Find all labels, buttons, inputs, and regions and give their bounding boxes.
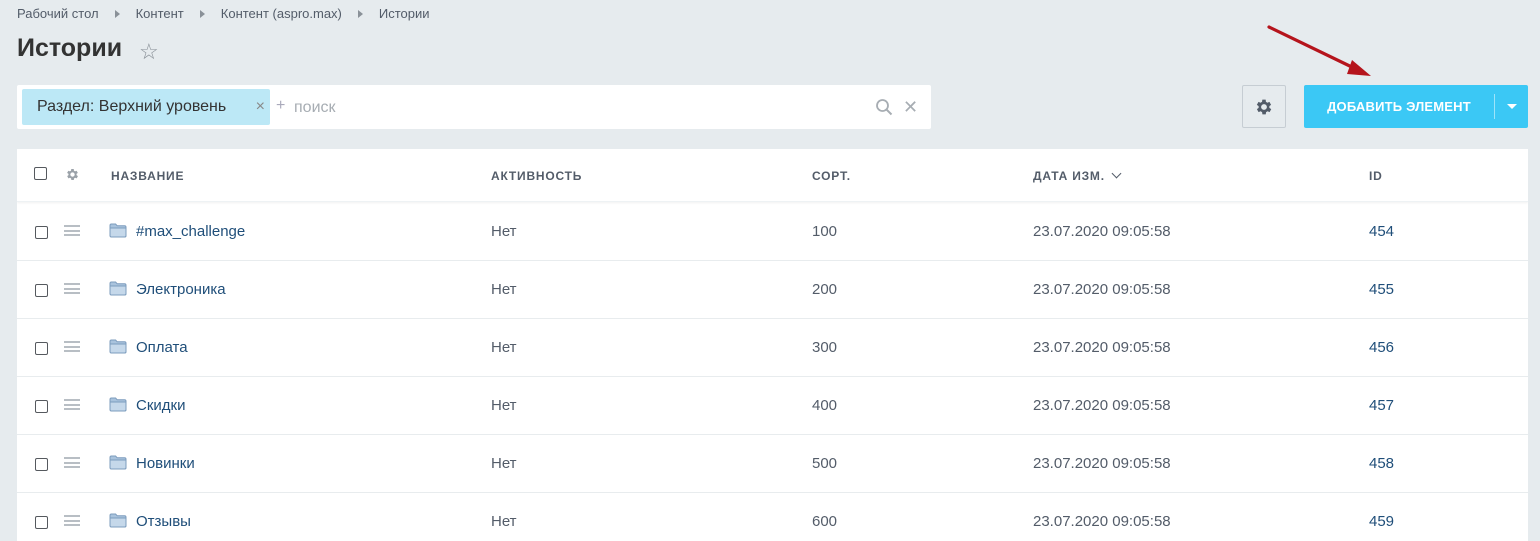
breadcrumb-separator-icon	[199, 9, 205, 18]
row-active: Нет	[491, 455, 517, 472]
row-date: 23.07.2020 09:05:58	[1033, 513, 1171, 530]
annotation-arrow-icon	[1267, 25, 1371, 76]
folder-icon	[109, 223, 127, 238]
search-input[interactable]	[292, 95, 856, 121]
row-id-link[interactable]: 458	[1369, 455, 1394, 472]
row-name-link[interactable]: Скидки	[136, 397, 185, 414]
breadcrumb-separator-icon	[357, 9, 363, 18]
chevron-down-icon[interactable]	[1507, 104, 1517, 109]
folder-icon	[109, 513, 127, 528]
column-header-name[interactable]: НАЗВАНИЕ	[111, 169, 184, 183]
table-header: НАЗВАНИЕ АКТИВНОСТЬ СОРТ. ДАТА ИЗМ. ID	[17, 149, 1528, 202]
breadcrumb-item-content[interactable]: Контент	[136, 6, 184, 21]
filter-tag-label: Раздел: Верхний уровень	[37, 98, 227, 115]
add-element-label: ДОБАВИТЬ ЭЛЕМЕНТ	[1327, 99, 1471, 114]
drag-handle-icon[interactable]	[64, 457, 80, 468]
select-all-checkbox[interactable]	[34, 167, 47, 180]
elements-table: НАЗВАНИЕ АКТИВНОСТЬ СОРТ. ДАТА ИЗМ. ID #…	[17, 149, 1528, 541]
table-row[interactable]: Электроника Нет 200 23.07.2020 09:05:58 455	[17, 260, 1528, 319]
star-icon[interactable]: ☆	[139, 41, 159, 63]
row-checkbox[interactable]	[35, 458, 48, 471]
row-id-link[interactable]: 456	[1369, 339, 1394, 356]
row-date: 23.07.2020 09:05:58	[1033, 281, 1171, 298]
folder-icon	[109, 455, 127, 470]
row-date: 23.07.2020 09:05:58	[1033, 455, 1171, 472]
column-header-id[interactable]: ID	[1369, 169, 1383, 183]
add-element-button[interactable]: ДОБАВИТЬ ЭЛЕМЕНТ	[1304, 85, 1528, 128]
column-header-date-label: ДАТА ИЗМ.	[1033, 169, 1105, 183]
table-row[interactable]: Оплата Нет 300 23.07.2020 09:05:58 456	[17, 318, 1528, 377]
row-id-link[interactable]: 459	[1369, 513, 1394, 530]
settings-button[interactable]	[1242, 85, 1286, 128]
row-name-link[interactable]: #max_challenge	[136, 223, 245, 240]
table-row[interactable]: Скидки Нет 400 23.07.2020 09:05:58 457	[17, 376, 1528, 435]
row-active: Нет	[491, 281, 517, 298]
row-active: Нет	[491, 397, 517, 414]
drag-handle-icon[interactable]	[64, 399, 80, 410]
search-prefix: +	[276, 97, 286, 114]
row-sort: 500	[812, 455, 838, 472]
folder-icon	[109, 281, 127, 296]
row-checkbox[interactable]	[35, 342, 48, 355]
column-header-active[interactable]: АКТИВНОСТЬ	[491, 169, 582, 183]
filter-tag[interactable]: Раздел: Верхний уровень ×	[22, 89, 270, 125]
drag-handle-icon[interactable]	[64, 515, 80, 526]
table-row[interactable]: Новинки Нет 500 23.07.2020 09:05:58 458	[17, 434, 1528, 493]
row-sort: 600	[812, 513, 838, 530]
row-name-link[interactable]: Оплата	[136, 339, 188, 356]
row-active: Нет	[491, 339, 517, 356]
drag-handle-icon[interactable]	[64, 225, 80, 236]
column-header-sort[interactable]: СОРТ.	[812, 169, 851, 183]
row-checkbox[interactable]	[35, 226, 48, 239]
row-sort: 300	[812, 339, 838, 356]
column-header-date[interactable]: ДАТА ИЗМ.	[1033, 168, 1122, 183]
row-date: 23.07.2020 09:05:58	[1033, 223, 1171, 240]
row-checkbox[interactable]	[35, 284, 48, 297]
row-active: Нет	[491, 223, 517, 240]
row-date: 23.07.2020 09:05:58	[1033, 397, 1171, 414]
drag-handle-icon[interactable]	[64, 283, 80, 294]
add-button-divider	[1494, 94, 1495, 119]
filter-search-box[interactable]: Раздел: Верхний уровень × + ✕	[17, 85, 931, 129]
row-name-link[interactable]: Новинки	[136, 455, 195, 472]
drag-handle-icon[interactable]	[64, 341, 80, 352]
row-sort: 100	[812, 223, 838, 240]
row-sort: 400	[812, 397, 838, 414]
row-id-link[interactable]: 454	[1369, 223, 1394, 240]
breadcrumb: Рабочий стол Контент Контент (aspro.max)…	[17, 6, 430, 21]
chevron-down-icon	[1111, 168, 1122, 179]
row-sort: 200	[812, 281, 838, 298]
row-checkbox[interactable]	[35, 400, 48, 413]
gear-icon	[1256, 99, 1272, 114]
row-id-link[interactable]: 457	[1369, 397, 1394, 414]
folder-icon	[109, 339, 127, 354]
row-date: 23.07.2020 09:05:58	[1033, 339, 1171, 356]
breadcrumb-item-current[interactable]: Истории	[379, 6, 430, 21]
row-id-link[interactable]: 455	[1369, 281, 1394, 298]
clear-search-icon[interactable]: ✕	[903, 98, 918, 116]
breadcrumb-item-content-aspro[interactable]: Контент (aspro.max)	[221, 6, 342, 21]
folder-icon	[109, 397, 127, 412]
table-row[interactable]: #max_challenge Нет 100 23.07.2020 09:05:58 4…	[17, 202, 1528, 261]
breadcrumb-separator-icon	[114, 9, 120, 18]
row-name-link[interactable]: Электроника	[136, 281, 226, 298]
gear-icon[interactable]	[65, 167, 80, 182]
row-active: Нет	[491, 513, 517, 530]
table-row[interactable]: Отзывы Нет 600 23.07.2020 09:05:58 459	[17, 492, 1528, 541]
search-icon[interactable]	[875, 98, 893, 116]
breadcrumb-item-desktop[interactable]: Рабочий стол	[17, 6, 99, 21]
page-title: Истории	[17, 34, 123, 62]
row-checkbox[interactable]	[35, 516, 48, 529]
close-icon[interactable]: ×	[256, 98, 265, 116]
row-name-link[interactable]: Отзывы	[136, 513, 191, 530]
